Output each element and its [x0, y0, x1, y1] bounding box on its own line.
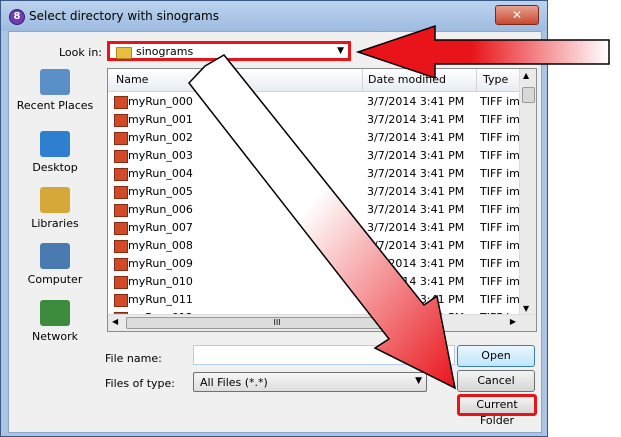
arrow-to-current-folder-icon [188, 54, 457, 390]
arrow-to-look-in-icon [355, 24, 610, 80]
annotation-overlay [188, 24, 610, 390]
